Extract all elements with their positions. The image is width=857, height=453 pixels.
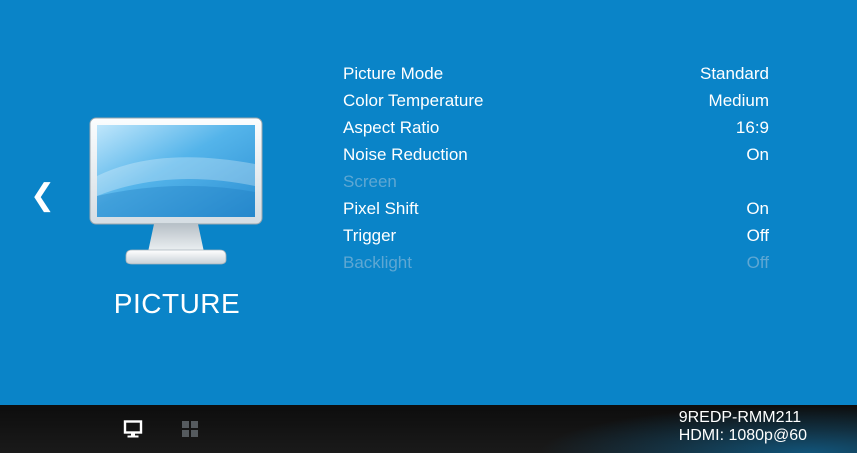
monitor-icon[interactable] (123, 419, 143, 439)
menu-item-value: On (746, 199, 769, 218)
menu-item-noise-reduction[interactable]: Noise Reduction On (343, 141, 769, 168)
menu-item-pixel-shift[interactable]: Pixel Shift On (343, 195, 769, 222)
menu-item-picture-mode[interactable]: Picture Mode Standard (343, 60, 769, 87)
menu-item-color-temperature[interactable]: Color Temperature Medium (343, 87, 769, 114)
menu-item-value: Standard (700, 64, 769, 83)
back-chevron-left-icon[interactable]: ❮ (30, 176, 55, 216)
menu-item-aspect-ratio[interactable]: Aspect Ratio 16:9 (343, 114, 769, 141)
menu-item-backlight: Backlight Off (343, 249, 769, 276)
menu-item-value: 16:9 (735, 118, 769, 137)
input-status: HDMI: 1080p@60 (678, 427, 807, 444)
menu-item-trigger[interactable]: Trigger Off (343, 222, 769, 249)
menu-item-label: Noise Reduction (343, 145, 468, 164)
grid-icon[interactable] (180, 419, 200, 439)
monitor-icon (89, 117, 263, 265)
menu-item-label: Screen (343, 172, 397, 191)
main-panel: ❮ PICTURE Picture Mode Standard Color Te… (0, 0, 857, 405)
menu-item-label: Trigger (343, 226, 397, 245)
menu-item-label: Pixel Shift (343, 199, 419, 218)
device-info: 9REDP-RMM211 HDMI: 1080p@60 (679, 409, 807, 445)
menu-item-value: Off (746, 226, 769, 245)
osd-screen: ❮ PICTURE Picture Mode Standard Color Te… (0, 0, 857, 453)
footer-bar: 9REDP-RMM211 HDMI: 1080p@60 (0, 405, 857, 453)
menu-item-screen: Screen (343, 168, 769, 195)
menu-item-label: Backlight (343, 253, 412, 272)
section-title: PICTURE (113, 288, 241, 319)
model-name: 9REDP-RMM211 (678, 409, 802, 426)
menu-item-value: Off (746, 253, 769, 272)
menu-item-label: Color Temperature (343, 91, 484, 110)
menu-item-label: Picture Mode (343, 64, 444, 83)
menu-item-value: Medium (708, 91, 769, 110)
settings-menu: Picture Mode Standard Color Temperature … (343, 60, 769, 276)
menu-item-value: On (746, 145, 769, 164)
menu-item-label: Aspect Ratio (343, 118, 440, 137)
